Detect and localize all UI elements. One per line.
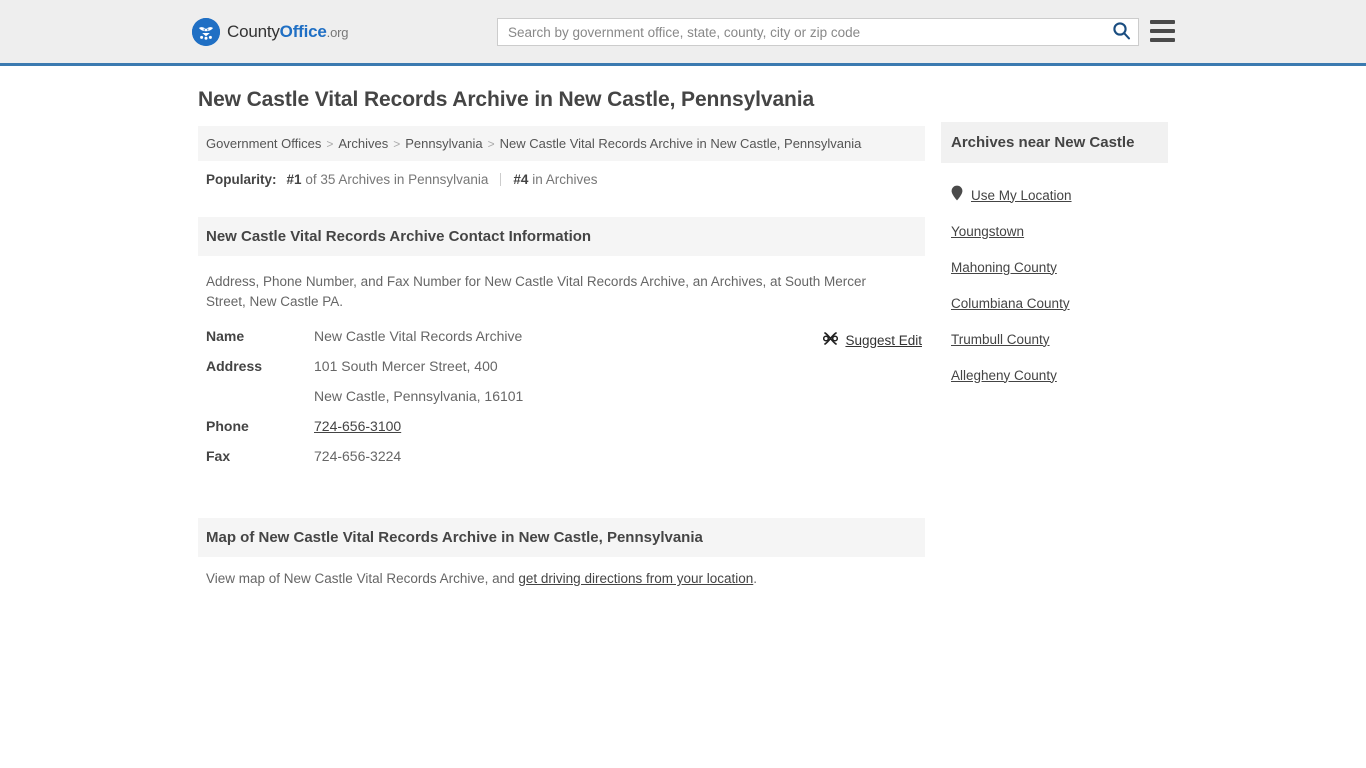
contact-row-fax: Fax 724-656-3224: [198, 448, 925, 478]
contact-row-phone: Phone 724-656-3100: [198, 418, 925, 448]
sidebar-item-use-my-location[interactable]: Use My Location: [951, 177, 1158, 213]
sidebar-item-trumbull-county[interactable]: Trumbull County: [951, 321, 1158, 357]
contact-row-address: Address 101 South Mercer Street, 400: [198, 358, 925, 388]
logo-text-office: Office: [279, 22, 327, 41]
contact-value-fax: 724-656-3224: [314, 448, 402, 464]
page-title: New Castle Vital Records Archive in New …: [198, 88, 815, 111]
map-description-prefix: View map of New Castle Vital Records Arc…: [206, 571, 519, 586]
popularity-label: Popularity:: [206, 172, 277, 187]
hamburger-bar: [1150, 29, 1175, 33]
logo-text-county: County: [227, 22, 280, 41]
contact-label-name: Name: [206, 328, 245, 344]
search-button[interactable]: [1104, 19, 1138, 45]
sidebar-item-allegheny-county[interactable]: Allegheny County: [951, 357, 1158, 393]
sidebar-item-columbiana-county[interactable]: Columbiana County: [951, 285, 1158, 321]
suggest-edit-icon: [823, 331, 839, 349]
map-section-heading: Map of New Castle Vital Records Archive …: [198, 518, 925, 557]
popularity-rank-category: #4: [513, 172, 529, 187]
main-content: Government Offices > Archives > Pennsylvania…: [198, 126, 925, 586]
logo-text-org: .org: [326, 25, 349, 40]
suggest-edit-button[interactable]: Suggest Edit: [823, 331, 922, 349]
contact-row-address-line2: New Castle, Pennsylvania, 16101: [198, 388, 925, 418]
breadcrumb-separator: >: [326, 137, 334, 151]
breadcrumb: Government Offices > Archives > Pennsylvania…: [198, 126, 925, 161]
hamburger-bar: [1150, 20, 1175, 24]
popularity-rank-category-suffix: in Archives: [532, 172, 598, 187]
contact-value-address-line1: 101 South Mercer Street, 400: [314, 358, 498, 374]
sidebar-link-columbiana-county[interactable]: Columbiana County: [951, 296, 1070, 311]
sidebar-link-trumbull-county[interactable]: Trumbull County: [951, 332, 1050, 347]
breadcrumb-item-current: New Castle Vital Records Archive in New …: [499, 136, 862, 151]
sidebar-link-youngstown[interactable]: Youngstown: [951, 224, 1024, 239]
contact-label-address: Address: [206, 358, 263, 374]
suggest-edit-label: Suggest Edit: [845, 332, 922, 348]
sidebar-item-mahoning-county[interactable]: Mahoning County: [951, 249, 1158, 285]
map-description-suffix: .: [753, 571, 758, 586]
sidebar-heading: Archives near New Castle: [941, 122, 1168, 163]
search-icon: [1112, 21, 1131, 43]
contact-details-table: Suggest Edit Name New Castle Vital Recor…: [198, 328, 925, 478]
site-header: CountyOffice.org: [0, 0, 1366, 66]
sidebar-link-use-my-location[interactable]: Use My Location: [971, 188, 1072, 203]
sidebar: Archives near New Castle Use My Location…: [941, 122, 1168, 393]
popularity-rank-state-suffix: of 35 Archives in Pennsylvania: [305, 172, 489, 187]
contact-section-description: Address, Phone Number, and Fax Number fo…: [206, 274, 867, 309]
contact-row-name: Name New Castle Vital Records Archive: [198, 328, 925, 358]
breadcrumb-item-pennsylvania[interactable]: Pennsylvania: [405, 136, 482, 151]
breadcrumb-separator: >: [487, 137, 495, 151]
breadcrumb-separator: >: [393, 137, 401, 151]
popularity-rank-state: #1: [286, 172, 302, 187]
contact-label-fax: Fax: [206, 448, 231, 464]
countyoffice-eagle-logo-icon: [192, 18, 220, 46]
header-inner: CountyOffice.org: [0, 0, 1366, 63]
contact-value-name: New Castle Vital Records Archive: [314, 328, 523, 344]
sidebar-link-allegheny-county[interactable]: Allegheny County: [951, 368, 1057, 383]
driving-directions-link[interactable]: get driving directions from your locatio…: [518, 571, 753, 586]
sidebar-link-list: Use My Location Youngstown Mahoning Coun…: [941, 163, 1168, 393]
breadcrumb-item-government-offices[interactable]: Government Offices: [206, 136, 321, 151]
logo-wordmark: CountyOffice.org: [227, 22, 348, 42]
site-logo[interactable]: CountyOffice.org: [192, 18, 348, 46]
search-input[interactable]: [498, 19, 1104, 45]
hamburger-bar: [1150, 38, 1175, 42]
breadcrumb-item-archives[interactable]: Archives: [338, 136, 388, 151]
popularity-divider: [500, 173, 502, 186]
contact-section-heading: New Castle Vital Records Archive Contact…: [198, 217, 925, 256]
hamburger-menu-icon[interactable]: [1150, 20, 1175, 42]
map-section-description: View map of New Castle Vital Records Arc…: [198, 557, 925, 586]
phone-link[interactable]: 724-656-3100: [314, 418, 401, 434]
contact-value-address-line2: New Castle, Pennsylvania, 16101: [314, 388, 524, 404]
location-pin-icon: [951, 185, 963, 206]
contact-label-phone: Phone: [206, 418, 249, 434]
sidebar-item-youngstown[interactable]: Youngstown: [951, 213, 1158, 249]
sidebar-link-mahoning-county[interactable]: Mahoning County: [951, 260, 1057, 275]
popularity-row: Popularity: #1 of 35 Archives in Pennsylv…: [198, 161, 925, 193]
contact-value-phone: 724-656-3100: [314, 418, 401, 434]
search-bar[interactable]: [497, 18, 1139, 46]
